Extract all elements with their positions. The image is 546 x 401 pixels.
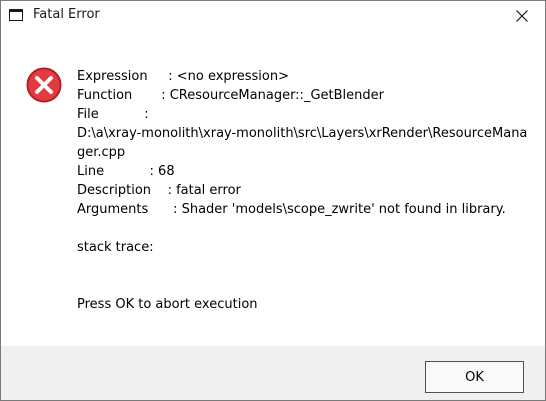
function-line: Function : CResourceManager::_GetBlender (77, 88, 384, 103)
fatal-error-dialog: Fatal Error Expression : <no expression>… (0, 0, 546, 401)
abort-instruction: Press OK to abort execution (77, 297, 258, 312)
file-path-line-continued: ger.cpp (77, 145, 126, 160)
arguments-line: Arguments : Shader 'models\scope_zwrite'… (77, 202, 506, 217)
error-icon (26, 67, 62, 103)
stack-trace-label: stack trace: (77, 240, 154, 255)
close-button[interactable] (499, 1, 545, 31)
window-title: Fatal Error (33, 7, 100, 22)
window-icon (9, 9, 23, 21)
expression-line: Expression : <no expression> (77, 69, 289, 84)
title-bar[interactable]: Fatal Error (1, 1, 545, 31)
button-bar: OK (1, 346, 545, 400)
error-message: Expression : <no expression> Function : … (77, 67, 528, 314)
line-number-line: Line : 68 (77, 164, 175, 179)
file-label-line: File : (77, 107, 149, 122)
description-line: Description : fatal error (77, 183, 241, 198)
dialog-content: Expression : <no expression> Function : … (1, 31, 545, 346)
ok-button[interactable]: OK (425, 361, 524, 393)
close-icon (516, 10, 528, 22)
file-path-line: D:\a\xray-monolith\xray-monolith\src\Lay… (77, 126, 528, 141)
